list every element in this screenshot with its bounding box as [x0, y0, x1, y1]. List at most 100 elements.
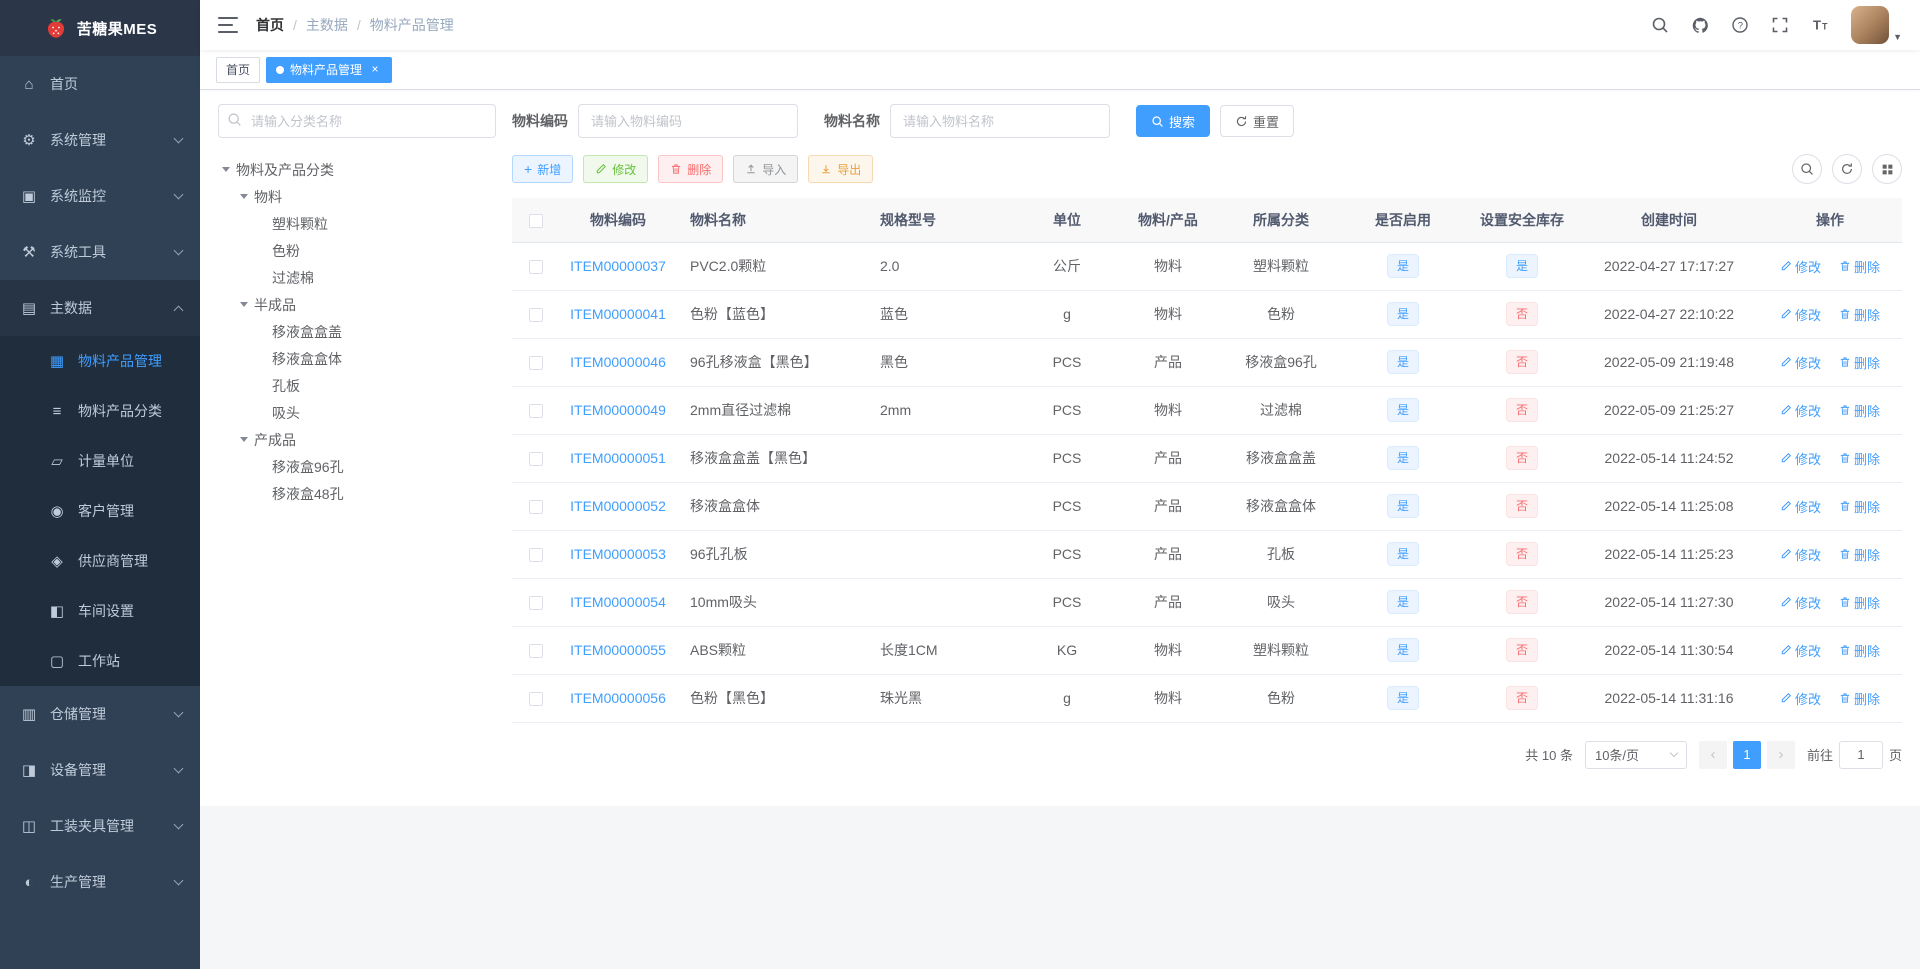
- row-delete-button[interactable]: 删除: [1839, 689, 1880, 708]
- sidebar-item[interactable]: ≡ 物料产品分类: [0, 386, 200, 436]
- row-edit-button[interactable]: 修改: [1780, 353, 1821, 372]
- reset-button[interactable]: 重置: [1220, 105, 1295, 137]
- columns-toggle-button[interactable]: [1872, 154, 1902, 184]
- item-code-link[interactable]: ITEM00000051: [570, 450, 666, 466]
- breadcrumb-item[interactable]: 首页: [256, 15, 306, 35]
- sidebar-item[interactable]: ◉ 客户管理: [0, 486, 200, 536]
- category-search-input[interactable]: [218, 104, 496, 138]
- row-checkbox[interactable]: [529, 308, 543, 323]
- fullscreen-button[interactable]: [1767, 12, 1793, 38]
- tree-node[interactable]: 吸头: [218, 399, 496, 426]
- material-code-input[interactable]: [578, 104, 798, 138]
- sidebar-item[interactable]: ▦ 物料产品管理: [0, 336, 200, 386]
- row-edit-button[interactable]: 修改: [1780, 257, 1821, 276]
- github-link-button[interactable]: [1687, 12, 1713, 38]
- row-checkbox[interactable]: [529, 356, 543, 371]
- item-code-link[interactable]: ITEM00000056: [570, 690, 666, 706]
- material-name-input[interactable]: [890, 104, 1110, 138]
- sidebar-item[interactable]: ⚒ 系统工具: [0, 224, 200, 280]
- tree-node[interactable]: 物料及产品分类: [218, 156, 496, 183]
- row-checkbox[interactable]: [529, 404, 543, 419]
- view-tab[interactable]: 首页: [216, 56, 261, 83]
- row-edit-button[interactable]: 修改: [1780, 401, 1821, 420]
- tree-node[interactable]: 物料: [218, 183, 496, 210]
- search-button[interactable]: 搜索: [1136, 105, 1211, 137]
- row-delete-button[interactable]: 删除: [1839, 593, 1880, 612]
- tree-node[interactable]: 色粉: [218, 237, 496, 264]
- sidebar-logo[interactable]: 苦糖果MES: [0, 0, 200, 56]
- import-button[interactable]: 导入: [733, 155, 799, 183]
- row-checkbox[interactable]: [529, 548, 543, 563]
- row-edit-button[interactable]: 修改: [1780, 497, 1821, 516]
- row-delete-button[interactable]: 删除: [1839, 545, 1880, 564]
- page-size-select[interactable]: 10条/页: [1584, 740, 1687, 769]
- row-delete-button[interactable]: 删除: [1839, 305, 1880, 324]
- item-code-link[interactable]: ITEM00000037: [570, 258, 666, 274]
- row-delete-button[interactable]: 删除: [1839, 353, 1880, 372]
- prev-page-button[interactable]: [1698, 740, 1727, 769]
- sidebar-toggle-icon[interactable]: [218, 17, 238, 33]
- avatar[interactable]: [1851, 6, 1890, 44]
- row-checkbox[interactable]: [529, 596, 543, 611]
- item-code-link[interactable]: ITEM00000041: [570, 306, 666, 322]
- sidebar-item[interactable]: ▤ 主数据: [0, 280, 200, 336]
- sidebar-item[interactable]: ▱ 计量单位: [0, 436, 200, 486]
- sidebar-item[interactable]: ◫ 工装夹具管理: [0, 798, 200, 854]
- sidebar-item[interactable]: ◧ 车间设置: [0, 586, 200, 636]
- sidebar-item[interactable]: ◈ 供应商管理: [0, 536, 200, 586]
- row-checkbox[interactable]: [529, 500, 543, 515]
- tree-node[interactable]: 移液盒96孔: [218, 453, 496, 480]
- tree-node[interactable]: 半成品: [218, 291, 496, 318]
- tree-node[interactable]: 移液盒48孔: [218, 480, 496, 507]
- breadcrumb-item[interactable]: 主数据: [306, 15, 370, 35]
- sidebar-item[interactable]: ⌂ 首页: [0, 56, 200, 112]
- row-delete-button[interactable]: 删除: [1839, 497, 1880, 516]
- tree-node[interactable]: 塑料颗粒: [218, 210, 496, 237]
- breadcrumb-item[interactable]: 物料产品管理: [370, 15, 454, 35]
- next-page-button[interactable]: [1766, 740, 1795, 769]
- row-edit-button[interactable]: 修改: [1780, 641, 1821, 660]
- sidebar-item[interactable]: ◐ 生产管理: [0, 854, 200, 910]
- tree-node[interactable]: 移液盒盒盖: [218, 318, 496, 345]
- row-delete-button[interactable]: 删除: [1839, 449, 1880, 468]
- tree-node[interactable]: 过滤棉: [218, 264, 496, 291]
- sidebar-item[interactable]: ▣ 系统监控: [0, 168, 200, 224]
- sidebar-item[interactable]: ▥ 仓储管理: [0, 686, 200, 742]
- item-code-link[interactable]: ITEM00000052: [570, 498, 666, 514]
- item-code-link[interactable]: ITEM00000055: [570, 642, 666, 658]
- tree-node[interactable]: 孔板: [218, 372, 496, 399]
- item-code-link[interactable]: ITEM00000053: [570, 546, 666, 562]
- goto-page-input[interactable]: [1838, 740, 1883, 769]
- select-all-checkbox[interactable]: [529, 213, 543, 228]
- tab-close-icon[interactable]: [368, 63, 382, 77]
- toggle-search-button[interactable]: [1792, 154, 1822, 184]
- item-code-link[interactable]: ITEM00000054: [570, 594, 666, 610]
- help-button[interactable]: ?: [1727, 12, 1753, 38]
- add-button[interactable]: 新增: [512, 155, 574, 183]
- navbar-search-button[interactable]: [1647, 12, 1673, 38]
- row-delete-button[interactable]: 删除: [1839, 641, 1880, 660]
- sidebar-item[interactable]: ▢ 工作站: [0, 636, 200, 686]
- tree-node[interactable]: 移液盒盒体: [218, 345, 496, 372]
- page-number-button[interactable]: 1: [1732, 740, 1761, 769]
- view-tab[interactable]: 物料产品管理: [266, 56, 393, 83]
- font-size-button[interactable]: TT: [1807, 12, 1833, 38]
- row-edit-button[interactable]: 修改: [1780, 593, 1821, 612]
- row-checkbox[interactable]: [529, 692, 543, 707]
- row-checkbox[interactable]: [529, 452, 543, 467]
- sidebar-item[interactable]: ◨ 设备管理: [0, 742, 200, 798]
- item-code-link[interactable]: ITEM00000046: [570, 354, 666, 370]
- export-button[interactable]: 导出: [808, 155, 874, 183]
- tree-node[interactable]: 产成品: [218, 426, 496, 453]
- row-edit-button[interactable]: 修改: [1780, 689, 1821, 708]
- row-delete-button[interactable]: 删除: [1839, 401, 1880, 420]
- row-delete-button[interactable]: 删除: [1839, 257, 1880, 276]
- delete-button[interactable]: 删除: [658, 155, 724, 183]
- row-edit-button[interactable]: 修改: [1780, 305, 1821, 324]
- row-edit-button[interactable]: 修改: [1780, 545, 1821, 564]
- row-checkbox[interactable]: [529, 260, 543, 275]
- edit-button[interactable]: 修改: [583, 155, 649, 183]
- user-menu[interactable]: ▼: [1851, 6, 1902, 44]
- row-checkbox[interactable]: [529, 644, 543, 659]
- sidebar-item[interactable]: ⚙ 系统管理: [0, 112, 200, 168]
